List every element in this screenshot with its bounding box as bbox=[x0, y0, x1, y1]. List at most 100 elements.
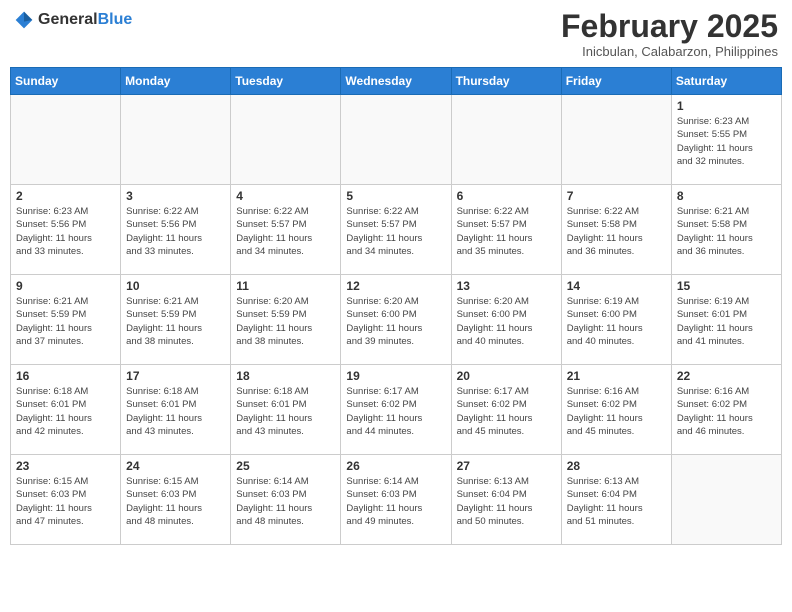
logo-text: GeneralBlue bbox=[38, 11, 132, 29]
calendar-cell: 3Sunrise: 6:22 AM Sunset: 5:56 PM Daylig… bbox=[121, 185, 231, 275]
day-number: 22 bbox=[677, 369, 776, 383]
day-info: Sunrise: 6:21 AM Sunset: 5:58 PM Dayligh… bbox=[677, 205, 776, 258]
weekday-header-saturday: Saturday bbox=[671, 68, 781, 95]
calendar-cell bbox=[451, 95, 561, 185]
weekday-header-friday: Friday bbox=[561, 68, 671, 95]
day-number: 8 bbox=[677, 189, 776, 203]
day-info: Sunrise: 6:17 AM Sunset: 6:02 PM Dayligh… bbox=[457, 385, 556, 438]
calendar-table: SundayMondayTuesdayWednesdayThursdayFrid… bbox=[10, 67, 782, 545]
weekday-header-wednesday: Wednesday bbox=[341, 68, 451, 95]
calendar-cell: 14 Sunrise: 6:19 AM Sunset: 6:00 PM Dayli… bbox=[561, 275, 671, 365]
calendar-cell: 17 Sunrise: 6:18 AM Sunset: 6:01 PM Dayli… bbox=[121, 365, 231, 455]
calendar-cell: 11Sunrise: 6:20 AM Sunset: 5:59 PM Dayli… bbox=[231, 275, 341, 365]
day-info: Sunrise: 6:14 AM Sunset: 6:03 PM Dayligh… bbox=[346, 475, 445, 528]
day-info: Sunrise: 6:15 AM Sunset: 6:03 PM Dayligh… bbox=[126, 475, 225, 528]
logo-icon bbox=[14, 10, 34, 30]
calendar-cell: 2 Sunrise: 6:23 AM Sunset: 5:56 PM Daylig… bbox=[11, 185, 121, 275]
day-number: 3 bbox=[126, 189, 225, 203]
calendar-cell: 25 Sunrise: 6:14 AM Sunset: 6:03 PM Dayli… bbox=[231, 455, 341, 545]
day-info: Sunrise: 6:19 AM Sunset: 6:00 PM Dayligh… bbox=[567, 295, 666, 348]
week-row-2: 2 Sunrise: 6:23 AM Sunset: 5:56 PM Daylig… bbox=[11, 185, 782, 275]
day-number: 25 bbox=[236, 459, 335, 473]
day-info: Sunrise: 6:18 AM Sunset: 6:01 PM Dayligh… bbox=[126, 385, 225, 438]
location: Inicbulan, Calabarzon, Philippines bbox=[561, 44, 778, 59]
calendar-cell bbox=[561, 95, 671, 185]
day-info: Sunrise: 6:18 AM Sunset: 6:01 PM Dayligh… bbox=[16, 385, 115, 438]
day-info: Sunrise: 6:20 AM Sunset: 6:00 PM Dayligh… bbox=[457, 295, 556, 348]
day-number: 14 bbox=[567, 279, 666, 293]
calendar-cell: 22 Sunrise: 6:16 AM Sunset: 6:02 PM Dayli… bbox=[671, 365, 781, 455]
week-row-4: 16Sunrise: 6:18 AM Sunset: 6:01 PM Dayli… bbox=[11, 365, 782, 455]
day-info: Sunrise: 6:22 AM Sunset: 5:57 PM Dayligh… bbox=[346, 205, 445, 258]
day-info: Sunrise: 6:22 AM Sunset: 5:58 PM Dayligh… bbox=[567, 205, 666, 258]
calendar-cell: 28Sunrise: 6:13 AM Sunset: 6:04 PM Dayli… bbox=[561, 455, 671, 545]
calendar-cell: 21 Sunrise: 6:16 AM Sunset: 6:02 PM Dayli… bbox=[561, 365, 671, 455]
day-info: Sunrise: 6:23 AM Sunset: 5:55 PM Dayligh… bbox=[677, 115, 776, 168]
day-info: Sunrise: 6:21 AM Sunset: 5:59 PM Dayligh… bbox=[16, 295, 115, 348]
week-row-3: 9 Sunrise: 6:21 AM Sunset: 5:59 PM Daylig… bbox=[11, 275, 782, 365]
day-number: 13 bbox=[457, 279, 556, 293]
calendar-cell bbox=[231, 95, 341, 185]
day-info: Sunrise: 6:14 AM Sunset: 6:03 PM Dayligh… bbox=[236, 475, 335, 528]
day-info: Sunrise: 6:20 AM Sunset: 6:00 PM Dayligh… bbox=[346, 295, 445, 348]
calendar-cell: 23Sunrise: 6:15 AM Sunset: 6:03 PM Dayli… bbox=[11, 455, 121, 545]
title-block: February 2025 Inicbulan, Calabarzon, Phi… bbox=[561, 10, 778, 59]
day-info: Sunrise: 6:21 AM Sunset: 5:59 PM Dayligh… bbox=[126, 295, 225, 348]
logo-general: General bbox=[38, 11, 98, 28]
weekday-header-row: SundayMondayTuesdayWednesdayThursdayFrid… bbox=[11, 68, 782, 95]
month-title: February 2025 bbox=[561, 10, 778, 42]
day-number: 15 bbox=[677, 279, 776, 293]
day-number: 26 bbox=[346, 459, 445, 473]
day-number: 23 bbox=[16, 459, 115, 473]
day-info: Sunrise: 6:16 AM Sunset: 6:02 PM Dayligh… bbox=[677, 385, 776, 438]
calendar-cell: 4 Sunrise: 6:22 AM Sunset: 5:57 PM Daylig… bbox=[231, 185, 341, 275]
calendar-cell: 18Sunrise: 6:18 AM Sunset: 6:01 PM Dayli… bbox=[231, 365, 341, 455]
calendar-cell: 27Sunrise: 6:13 AM Sunset: 6:04 PM Dayli… bbox=[451, 455, 561, 545]
day-number: 24 bbox=[126, 459, 225, 473]
day-number: 5 bbox=[346, 189, 445, 203]
day-number: 9 bbox=[16, 279, 115, 293]
day-info: Sunrise: 6:17 AM Sunset: 6:02 PM Dayligh… bbox=[346, 385, 445, 438]
day-number: 17 bbox=[126, 369, 225, 383]
calendar-cell: 5 Sunrise: 6:22 AM Sunset: 5:57 PM Daylig… bbox=[341, 185, 451, 275]
calendar-cell: 8 Sunrise: 6:21 AM Sunset: 5:58 PM Daylig… bbox=[671, 185, 781, 275]
page-header: GeneralBlue February 2025 Inicbulan, Cal… bbox=[10, 10, 782, 59]
calendar-cell: 24 Sunrise: 6:15 AM Sunset: 6:03 PM Dayli… bbox=[121, 455, 231, 545]
day-info: Sunrise: 6:22 AM Sunset: 5:57 PM Dayligh… bbox=[457, 205, 556, 258]
calendar-cell bbox=[671, 455, 781, 545]
day-info: Sunrise: 6:23 AM Sunset: 5:56 PM Dayligh… bbox=[16, 205, 115, 258]
week-row-1: 1Sunrise: 6:23 AM Sunset: 5:55 PM Daylig… bbox=[11, 95, 782, 185]
week-row-5: 23 Sunrise: 6:15 AM Sunset: 6:03 PM Dayli… bbox=[11, 455, 782, 545]
calendar-cell: 12 Sunrise: 6:20 AM Sunset: 6:00 PM Dayli… bbox=[341, 275, 451, 365]
day-number: 21 bbox=[567, 369, 666, 383]
weekday-header-sunday: Sunday bbox=[11, 68, 121, 95]
day-number: 2 bbox=[16, 189, 115, 203]
calendar-cell bbox=[341, 95, 451, 185]
logo: GeneralBlue bbox=[14, 10, 132, 30]
weekday-header-tuesday: Tuesday bbox=[231, 68, 341, 95]
day-number: 20 bbox=[457, 369, 556, 383]
calendar-cell: 1Sunrise: 6:23 AM Sunset: 5:55 PM Daylig… bbox=[671, 95, 781, 185]
day-number: 12 bbox=[346, 279, 445, 293]
day-number: 4 bbox=[236, 189, 335, 203]
calendar-cell: 16Sunrise: 6:18 AM Sunset: 6:01 PM Dayli… bbox=[11, 365, 121, 455]
day-number: 6 bbox=[457, 189, 556, 203]
weekday-header-thursday: Thursday bbox=[451, 68, 561, 95]
day-info: Sunrise: 6:19 AM Sunset: 6:01 PM Dayligh… bbox=[677, 295, 776, 348]
calendar-cell bbox=[11, 95, 121, 185]
day-number: 18 bbox=[236, 369, 335, 383]
day-number: 28 bbox=[567, 459, 666, 473]
calendar-cell: 26 Sunrise: 6:14 AM Sunset: 6:03 PM Dayli… bbox=[341, 455, 451, 545]
day-number: 10 bbox=[126, 279, 225, 293]
calendar-cell: 6 Sunrise: 6:22 AM Sunset: 5:57 PM Daylig… bbox=[451, 185, 561, 275]
day-info: Sunrise: 6:13 AM Sunset: 6:04 PM Dayligh… bbox=[457, 475, 556, 528]
day-info: Sunrise: 6:16 AM Sunset: 6:02 PM Dayligh… bbox=[567, 385, 666, 438]
calendar-cell bbox=[121, 95, 231, 185]
logo-blue: Blue bbox=[98, 11, 133, 28]
day-number: 7 bbox=[567, 189, 666, 203]
day-info: Sunrise: 6:22 AM Sunset: 5:57 PM Dayligh… bbox=[236, 205, 335, 258]
calendar-cell: 20 Sunrise: 6:17 AM Sunset: 6:02 PM Dayli… bbox=[451, 365, 561, 455]
calendar-cell: 13 Sunrise: 6:20 AM Sunset: 6:00 PM Dayli… bbox=[451, 275, 561, 365]
calendar-cell: 15 Sunrise: 6:19 AM Sunset: 6:01 PM Dayli… bbox=[671, 275, 781, 365]
calendar-cell: 7 Sunrise: 6:22 AM Sunset: 5:58 PM Daylig… bbox=[561, 185, 671, 275]
